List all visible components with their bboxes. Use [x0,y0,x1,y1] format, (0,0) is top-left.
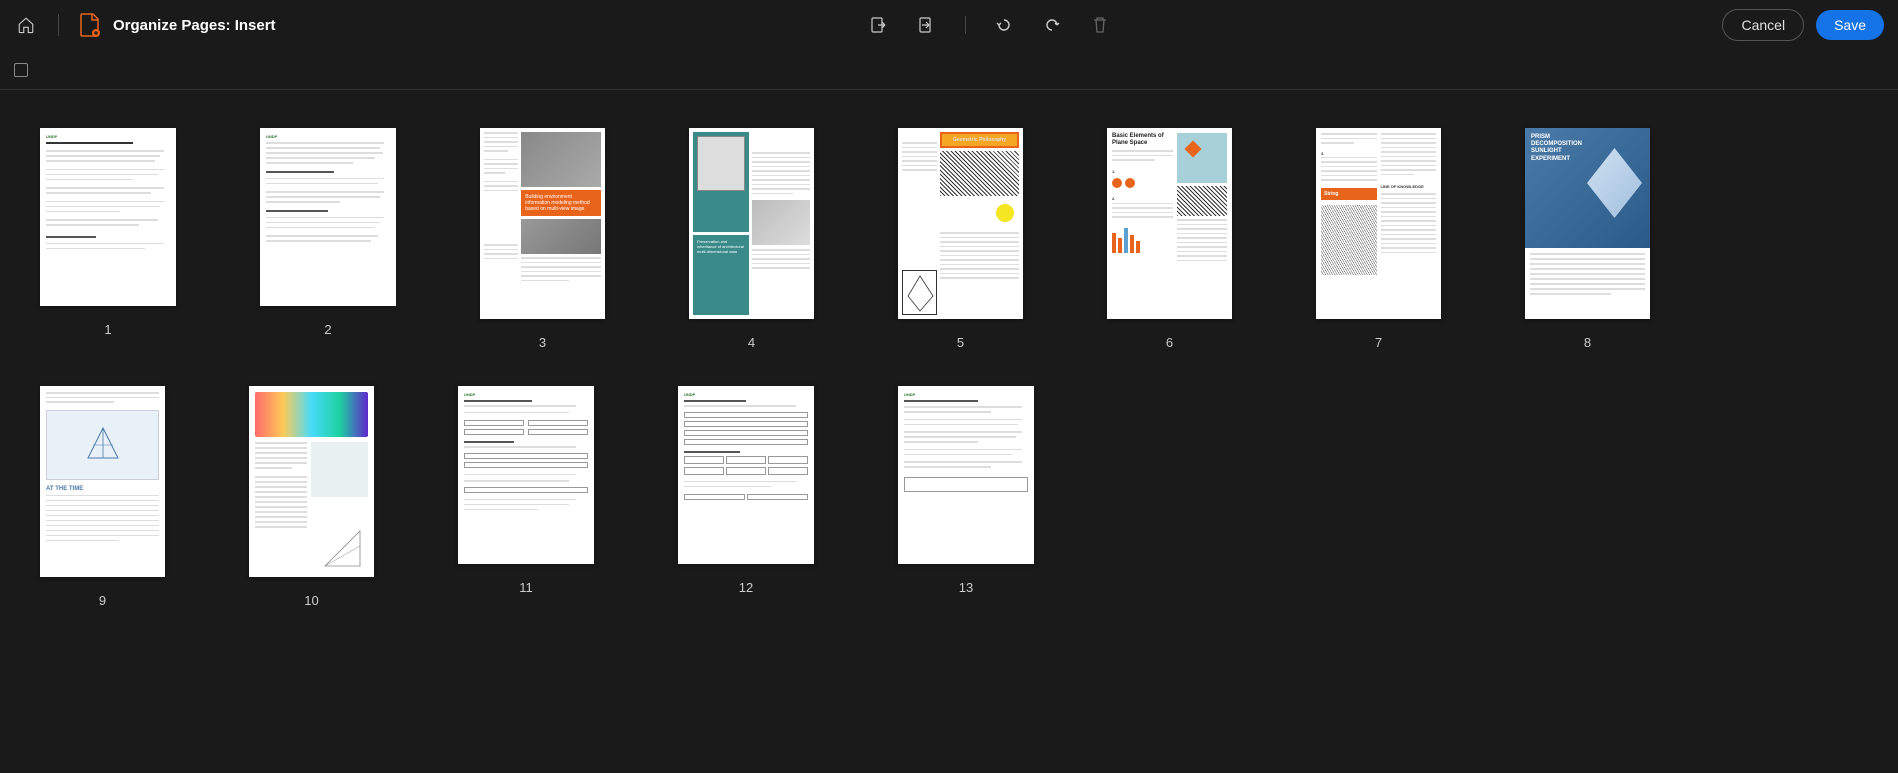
home-button[interactable] [14,13,38,37]
page-number: 2 [324,322,331,337]
rotate-left-icon [995,16,1013,34]
page-thumbnail[interactable]: 3. String LINE OF KNOWLEDGE 7 [1316,128,1441,350]
page-thumbnail[interactable]: Basic Elements of Plane Space 1. 2. [1107,128,1232,350]
home-icon [17,16,35,34]
title-group: Organize Pages: Insert [79,13,276,37]
article-title: AT THE TIME [46,486,159,492]
page-thumbnail[interactable]: Geometric Philosophy 5 [898,128,1023,350]
article-headline: Building environment information modelin… [521,190,601,216]
save-button[interactable]: Save [1816,10,1884,40]
page-thumbnail[interactable]: Building environment information modelin… [480,128,605,350]
page-number: 13 [959,580,973,595]
sub-label: LINE OF KNOWLEDGE [1381,184,1437,189]
extract-page-button[interactable] [869,15,889,35]
page-thumbnail[interactable]: PRISM DECOMPOSITION SUNLIGHT EXPERIMENT … [1525,128,1650,350]
cancel-button[interactable]: Cancel [1722,9,1804,41]
page-number: 6 [1166,335,1173,350]
page-thumbnail[interactable]: 10 [249,386,374,608]
page-thumbnail[interactable]: UNDP 11 [458,386,594,608]
page-thumbnail[interactable]: Preservation and inheritance of architec… [689,128,814,350]
header-right: Cancel Save [1722,9,1884,41]
subheader [0,50,1898,90]
toolbar [869,15,1110,35]
page-arrow-up-icon [870,16,888,34]
article-headline: Preservation and inheritance of architec… [697,239,744,254]
page-thumbnail[interactable]: UNDP 2 [260,128,396,350]
page-number: 11 [519,580,533,595]
orange-label: String [1321,188,1377,200]
article-title: Basic Elements of Plane Space [1112,133,1173,146]
pages-grid: UNDP 1 UNDP [0,90,1898,646]
page-number: 4 [748,335,755,350]
page-number: 1 [104,322,111,337]
page-number: 10 [304,593,318,608]
page-thumbnail[interactable]: AT THE TIME 9 [40,386,165,608]
rotate-left-button[interactable] [994,15,1014,35]
page-thumbnail[interactable]: UNDP 13 [898,386,1034,608]
rotate-right-button[interactable] [1042,15,1062,35]
article-title: Geometric Philosophy [940,132,1019,148]
trash-icon [1092,16,1108,34]
document-icon [79,13,101,37]
page-number: 3 [539,335,546,350]
page-number: 12 [739,580,753,595]
page-number: 7 [1375,335,1382,350]
header-left: Organize Pages: Insert [14,13,276,37]
page-title: Organize Pages: Insert [113,17,276,34]
divider [965,16,966,34]
insert-page-button[interactable] [917,15,937,35]
divider [58,14,59,36]
page-thumbnail[interactable]: UNDP 1 [40,128,176,350]
article-title: PRISM DECOMPOSITION SUNLIGHT EXPERIMENT [1531,134,1593,163]
select-all-checkbox[interactable] [14,63,28,77]
page-number: 9 [99,593,106,608]
delete-button[interactable] [1090,15,1110,35]
header: Organize Pages: Insert Cancel Save [0,0,1898,50]
page-number: 8 [1584,335,1591,350]
page-number: 5 [957,335,964,350]
page-arrow-down-icon [918,16,936,34]
rotate-right-icon [1043,16,1061,34]
page-thumbnail[interactable]: UNDP 12 [678,386,814,608]
